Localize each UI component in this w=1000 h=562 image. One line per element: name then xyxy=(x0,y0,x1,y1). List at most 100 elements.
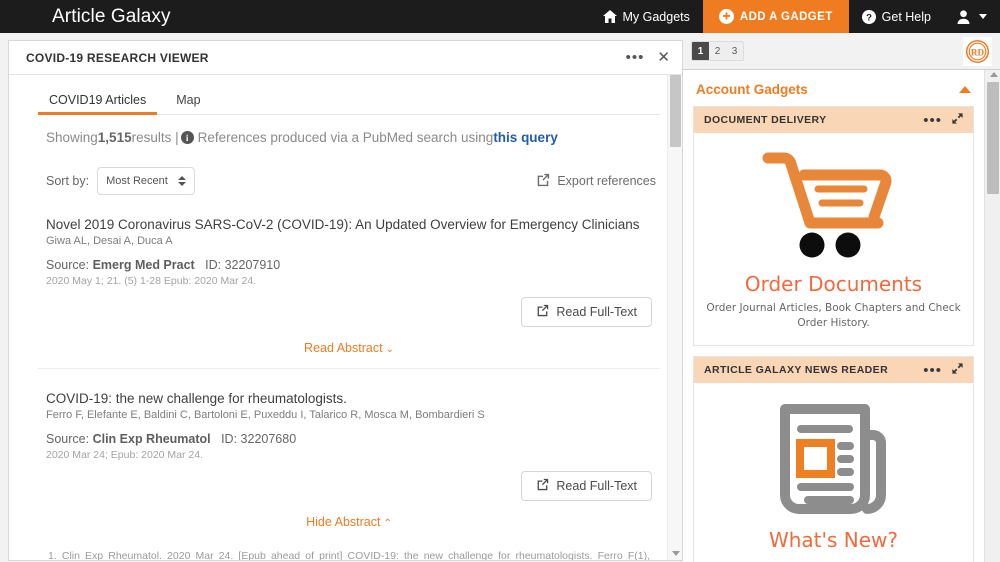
nav-my-gadgets-label: My Gadgets xyxy=(622,9,690,24)
gadget-title: DOCUMENT DELIVERY xyxy=(704,114,827,126)
article-title[interactable]: COVID-19: the new challenge for rheumato… xyxy=(46,391,652,406)
newspaper-icon[interactable] xyxy=(771,404,896,521)
panel-more-options-icon[interactable]: ••• xyxy=(626,50,645,65)
chevron-up-icon[interactable] xyxy=(990,72,998,77)
article-authors: Ferro F, Elefante E, Baldini C, Bartolon… xyxy=(46,409,485,421)
gadget-title: ARTICLE GALAXY NEWS READER xyxy=(704,364,889,377)
article-source-line: Source: Clin Exp Rheumatol ID: 32207680 xyxy=(46,432,652,446)
gadget-more-options-icon[interactable]: ••• xyxy=(923,113,942,128)
sort-select[interactable]: Most Recent xyxy=(97,167,195,195)
gadget-caption[interactable]: What's New? xyxy=(704,528,963,552)
article-source-value: Clin Exp Rheumatol xyxy=(92,432,211,446)
results-suffix: results | xyxy=(131,130,179,145)
read-full-text-button[interactable]: Read Full-Text xyxy=(521,471,652,501)
gadget-subtext: Order Journal Articles, Book Chapters an… xyxy=(706,302,961,330)
nav-get-help[interactable]: ? Get Help xyxy=(849,0,944,33)
scrollbar-thumb[interactable] xyxy=(670,75,681,147)
chevron-down-icon xyxy=(979,14,987,19)
article-abstract: 1. Clin Exp Rheumatol. 2020 Mar 24. [Epu… xyxy=(48,550,650,560)
export-references-label: Export references xyxy=(557,174,656,188)
list-item: COVID-19: the new challenge for rheumato… xyxy=(38,369,660,560)
nav-add-a-gadget[interactable]: ADD A GADGET xyxy=(702,0,849,33)
gadget-panel-scrollbar[interactable] xyxy=(984,70,1000,562)
pager-page-1[interactable]: 1 xyxy=(692,42,709,60)
sort-by-label: Sort by: xyxy=(46,174,90,188)
gadget-scroll-wrap: Account Gadgets DOCUMENT DELIVERY ••• Or… xyxy=(683,70,1000,562)
article-list-scrollbar[interactable] xyxy=(667,75,682,560)
sort-row: Sort by: Most Recent Export references xyxy=(38,145,660,195)
nav-add-a-gadget-label: ADD A GADGET xyxy=(739,10,833,23)
covid-research-viewer-panel: COVID-19 RESEARCH VIEWER ••• ✕ COVID19 A… xyxy=(8,40,683,561)
chevron-down-icon: ⌄ xyxy=(385,344,394,355)
right-column: 1 2 3 RD Account Gadgets DOCUMENT DELIVE… xyxy=(683,33,1000,562)
shopping-cart-icon[interactable] xyxy=(760,152,908,265)
plus-circle-icon xyxy=(718,9,734,24)
gadget-column: Account Gadgets DOCUMENT DELIVERY ••• Or… xyxy=(683,70,984,562)
results-summary: Showing 1,515 results | i References pro… xyxy=(38,115,660,145)
article-id-value: 32207680 xyxy=(240,432,297,446)
results-prefix: Showing xyxy=(46,130,98,145)
top-navbar: Article Galaxy My Gadgets ADD A GADGET ?… xyxy=(0,0,1000,33)
panel-header-actions: ••• ✕ xyxy=(626,50,670,65)
read-abstract-toggle[interactable]: Read Abstract ⌄ xyxy=(46,327,652,368)
gadget-pager-bar: 1 2 3 RD xyxy=(683,33,1000,70)
scrollbar-thumb[interactable] xyxy=(987,82,999,194)
select-stepper-icon xyxy=(168,176,186,186)
article-source-value: Emerg Med Pract xyxy=(92,258,195,272)
article-date: 2020 Mar 24; Epub: 2020 Mar 24. xyxy=(46,449,204,461)
external-link-icon xyxy=(536,478,549,494)
gadget-document-delivery: DOCUMENT DELIVERY ••• Order Documents Or… xyxy=(693,106,974,347)
tab-covid19-articles-label: COVID19 Articles xyxy=(49,93,147,107)
page-body: COVID-19 RESEARCH VIEWER ••• ✕ COVID19 A… xyxy=(0,33,1000,562)
panel-body: COVID19 Articles Map Showing 1,515 resul… xyxy=(9,75,682,560)
article-id-value: 32207910 xyxy=(224,258,281,272)
gadget-header-actions: ••• xyxy=(923,361,963,379)
reprints-desk-logo[interactable]: RD xyxy=(963,36,992,66)
info-icon[interactable]: i xyxy=(180,131,194,144)
panel-header: COVID-19 RESEARCH VIEWER ••• ✕ xyxy=(9,41,682,75)
tab-map-label: Map xyxy=(176,93,201,107)
read-full-text-label: Read Full-Text xyxy=(556,479,637,493)
export-references-button[interactable]: Export references xyxy=(536,173,660,190)
sort-select-value: Most Recent xyxy=(106,175,168,187)
chevron-up-icon[interactable] xyxy=(959,86,971,93)
external-link-icon xyxy=(536,173,550,190)
chevron-up-icon: ⌃ xyxy=(383,518,392,529)
results-count: 1,515 xyxy=(97,130,132,145)
results-note: References produced via a PubMed search … xyxy=(197,130,494,145)
user-icon xyxy=(957,9,970,24)
this-query-link[interactable]: this query xyxy=(493,130,558,145)
gadget-header: DOCUMENT DELIVERY ••• xyxy=(694,107,973,133)
left-column: COVID-19 RESEARCH VIEWER ••• ✕ COVID19 A… xyxy=(0,33,683,562)
question-circle-icon: ? xyxy=(861,9,876,24)
pager-page-2[interactable]: 2 xyxy=(709,42,726,60)
gadget-caption[interactable]: Order Documents xyxy=(704,272,963,296)
pager-page-3[interactable]: 3 xyxy=(726,42,743,60)
gadget-more-options-icon[interactable]: ••• xyxy=(923,363,942,378)
article-title[interactable]: Novel 2019 Coronavirus SARS-CoV-2 (COVID… xyxy=(46,217,652,232)
close-icon[interactable]: ✕ xyxy=(657,50,670,65)
gadget-pager: 1 2 3 xyxy=(691,41,744,61)
gadget-body: Order Documents Order Journal Articles, … xyxy=(694,133,973,345)
nav-get-help-label: Get Help xyxy=(881,9,931,24)
nav-my-gadgets[interactable]: My Gadgets xyxy=(590,0,703,33)
tab-covid19-articles[interactable]: COVID19 Articles xyxy=(38,88,158,115)
tab-map[interactable]: Map xyxy=(165,88,211,114)
list-item: Novel 2019 Coronavirus SARS-CoV-2 (COVID… xyxy=(38,195,660,369)
chevron-down-icon[interactable] xyxy=(672,551,680,556)
hide-abstract-toggle[interactable]: Hide Abstract ⌃ xyxy=(46,501,652,542)
home-icon xyxy=(602,10,617,23)
account-gadgets-header: Account Gadgets xyxy=(693,70,974,106)
article-source-label: Source: xyxy=(46,258,90,272)
app-brand: Article Galaxy xyxy=(52,5,171,27)
read-full-text-button[interactable]: Read Full-Text xyxy=(521,297,652,327)
expand-icon[interactable] xyxy=(952,111,963,129)
article-source-label: Source: xyxy=(46,432,90,446)
expand-icon[interactable] xyxy=(952,361,963,379)
gadget-header: ARTICLE GALAXY NEWS READER ••• xyxy=(694,357,973,384)
nav-user-menu[interactable] xyxy=(944,0,1000,33)
page-title: COVID-19 RESEARCH VIEWER xyxy=(26,50,209,65)
svg-text:?: ? xyxy=(866,12,872,23)
external-link-icon xyxy=(536,304,549,320)
article-id-label: ID: xyxy=(205,258,222,272)
